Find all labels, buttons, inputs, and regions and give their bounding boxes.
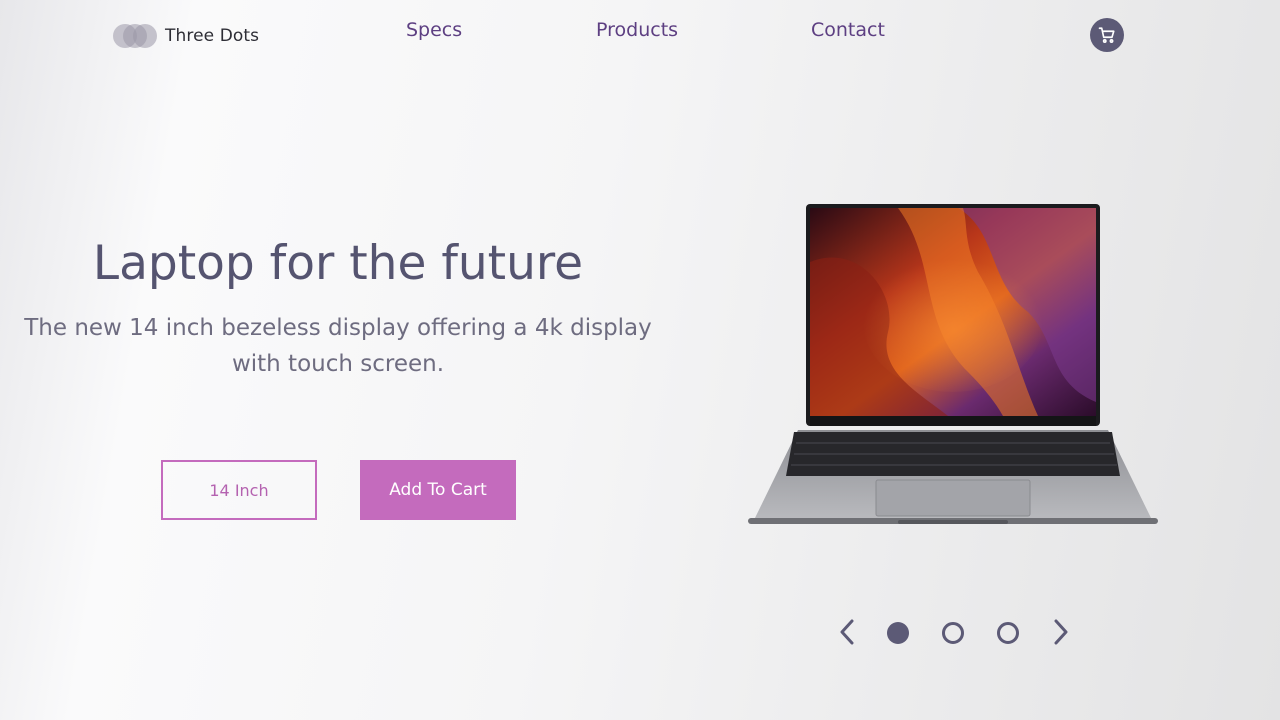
- add-to-cart-button[interactable]: Add To Cart: [360, 460, 516, 520]
- size-option-button[interactable]: 14 Inch: [161, 460, 317, 520]
- hero-title: Laptop for the future: [92, 236, 584, 291]
- hero-description: The new 14 inch bezeless display offerin…: [0, 310, 676, 382]
- nav-link-specs[interactable]: Specs: [406, 19, 462, 41]
- carousel-dot-2[interactable]: [942, 622, 964, 644]
- hero-description-line2: with touch screen.: [231, 351, 445, 377]
- brand-name: Three Dots: [165, 26, 260, 46]
- hero-description-line1: The new 14 inch bezeless display offerin…: [24, 315, 652, 341]
- logo[interactable]: Three Dots: [113, 22, 259, 50]
- carousel-dot-3[interactable]: [997, 622, 1019, 644]
- chevron-right-icon[interactable]: [1048, 616, 1072, 648]
- chevron-left-icon[interactable]: [836, 616, 860, 648]
- laptop-product-image: [748, 204, 1158, 524]
- shopping-cart-icon: [1098, 27, 1115, 43]
- carousel-dot-1[interactable]: [887, 622, 909, 644]
- three-dots-logo-icon: [113, 23, 159, 49]
- cart-button[interactable]: [1090, 18, 1124, 52]
- nav-link-contact[interactable]: Contact: [811, 19, 885, 41]
- nav-link-products[interactable]: Products: [596, 19, 678, 41]
